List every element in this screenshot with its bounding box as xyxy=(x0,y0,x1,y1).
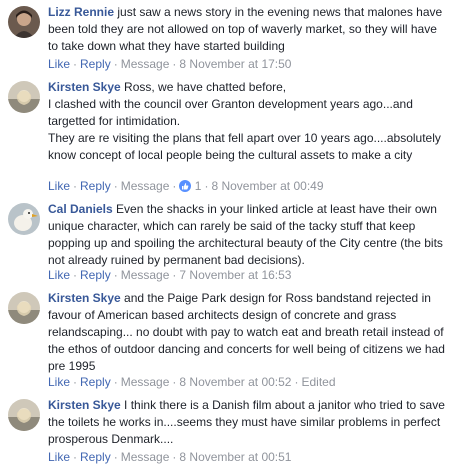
thumbs-up-icon[interactable] xyxy=(179,180,192,192)
comment-body: Kirsten Skye Ross, we have chatted befor… xyxy=(48,79,446,164)
avatar[interactable] xyxy=(8,203,40,235)
comment-actions: Like · Reply · Message · 1 · 8 November at 00:4… xyxy=(48,179,324,193)
comment-timestamp[interactable]: 8 November at 00:52 xyxy=(179,375,291,389)
avatar[interactable] xyxy=(8,399,40,431)
message-link[interactable]: Message xyxy=(121,179,170,193)
reply-link[interactable]: Reply xyxy=(80,57,111,71)
reply-link[interactable]: Reply xyxy=(80,450,111,464)
like-link[interactable]: Like xyxy=(48,57,70,71)
comment-author[interactable]: Cal Daniels xyxy=(48,202,113,216)
message-link[interactable]: Message xyxy=(121,268,170,282)
comment-author[interactable]: Lizz Rennie xyxy=(48,5,114,19)
comment-body: Kirsten Skye and the Paige Park design f… xyxy=(48,290,446,375)
comment-actions: Like · Reply · Message · 7 November at 16:53 xyxy=(48,268,292,282)
comment-author[interactable]: Kirsten Skye xyxy=(48,291,121,305)
avatar[interactable] xyxy=(8,6,40,38)
comment-author[interactable]: Kirsten Skye xyxy=(48,398,121,412)
comment-author[interactable]: Kirsten Skye xyxy=(48,80,121,94)
message-link[interactable]: Message xyxy=(121,450,170,464)
reply-link[interactable]: Reply xyxy=(80,268,111,282)
like-link[interactable]: Like xyxy=(48,375,70,389)
comment-actions: Like · Reply · Message · 8 November at 00:52 · E… xyxy=(48,375,336,389)
reply-link[interactable]: Reply xyxy=(80,375,111,389)
reply-link[interactable]: Reply xyxy=(80,179,111,193)
message-link[interactable]: Message xyxy=(121,375,170,389)
avatar[interactable] xyxy=(8,81,40,113)
comment-body: Lizz Rennie just saw a news story in the… xyxy=(48,4,446,55)
edited-label[interactable]: Edited xyxy=(301,375,335,389)
comment-body: Cal Daniels Even the shacks in your link… xyxy=(48,201,446,269)
like-link[interactable]: Like xyxy=(48,450,70,464)
comment-timestamp[interactable]: 8 November at 00:49 xyxy=(211,179,323,193)
comment-actions: Like · Reply · Message · 8 November at 17:50 xyxy=(48,57,292,71)
message-link[interactable]: Message xyxy=(121,57,170,71)
avatar[interactable] xyxy=(8,292,40,324)
comment-body: Kirsten Skye I think there is a Danish f… xyxy=(48,397,446,448)
like-link[interactable]: Like xyxy=(48,268,70,282)
comment-timestamp[interactable]: 8 November at 00:51 xyxy=(179,450,291,464)
comment-actions: Like · Reply · Message · 8 November at 00:51 xyxy=(48,450,292,464)
comment-timestamp[interactable]: 8 November at 17:50 xyxy=(179,57,291,71)
like-link[interactable]: Like xyxy=(48,179,70,193)
comment-timestamp[interactable]: 7 November at 16:53 xyxy=(179,268,291,282)
